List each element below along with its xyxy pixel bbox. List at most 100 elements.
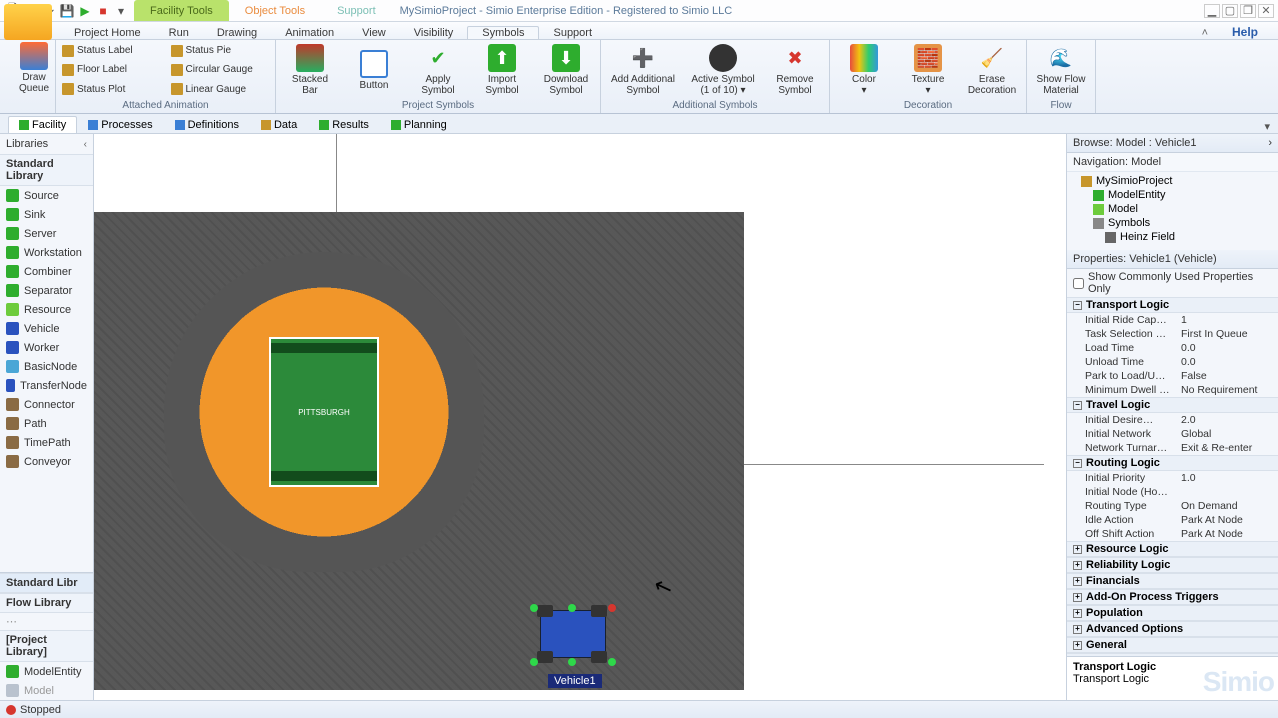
ribbon-tab-visibility[interactable]: Visibility <box>400 27 468 39</box>
library-item-workstation[interactable]: Workstation <box>0 243 93 262</box>
facility-canvas[interactable]: PITTSBURGH Vehicle1 ↖ <box>94 134 1066 700</box>
library-item-separator[interactable]: Separator <box>0 281 93 300</box>
color-button[interactable]: Color ▾ <box>836 42 892 98</box>
group-routing-logic[interactable]: −Routing Logic <box>1067 455 1278 471</box>
status-pie-button[interactable]: Status Pie <box>171 42 270 59</box>
restore-icon[interactable]: ❐ <box>1240 4 1256 18</box>
project-library-header[interactable]: [Project Library] <box>0 630 93 662</box>
prop-initial-network[interactable]: Initial NetworkGlobal <box>1067 427 1278 441</box>
group-advanced-options[interactable]: +Advanced Options <box>1067 621 1278 637</box>
remove-symbol-button[interactable]: ✖Remove Symbol <box>767 42 823 98</box>
resize-handle[interactable] <box>608 658 616 666</box>
tab-planning[interactable]: Planning <box>380 116 458 133</box>
context-tab-object-tools[interactable]: Object Tools <box>229 0 321 21</box>
tab-processes[interactable]: Processes <box>77 116 163 133</box>
prop-off-shift[interactable]: Off Shift ActionPark At Node <box>1067 527 1278 541</box>
ribbon-tab-animation[interactable]: Animation <box>271 27 348 39</box>
prop-load-time[interactable]: Load Time0.0 <box>1067 341 1278 355</box>
library-item-combiner[interactable]: Combiner <box>0 262 93 281</box>
library-item-source[interactable]: Source <box>0 186 93 205</box>
ribbon-tab-drawing[interactable]: Drawing <box>203 27 271 39</box>
minimize-icon[interactable]: ▁ <box>1204 4 1220 18</box>
resize-handle[interactable] <box>568 658 576 666</box>
import-symbol-button[interactable]: ⬆Import Symbol <box>474 42 530 98</box>
standard-library-header[interactable]: Standard Library <box>0 154 93 186</box>
library-item-timepath[interactable]: TimePath <box>0 433 93 452</box>
browse-expand-icon[interactable]: › <box>1268 137 1272 149</box>
help-button[interactable]: Help <box>1218 25 1272 39</box>
texture-button[interactable]: 🧱Texture ▾ <box>900 42 956 98</box>
tree-heinz-field[interactable]: Heinz Field <box>1067 230 1278 244</box>
prop-min-dwell[interactable]: Minimum Dwell …No Requirement <box>1067 383 1278 397</box>
ribbon-tab-run[interactable]: Run <box>155 27 203 39</box>
ribbon-tab-project-home[interactable]: Project Home <box>60 27 155 39</box>
status-label-button[interactable]: Status Label <box>62 42 161 59</box>
library-item-server[interactable]: Server <box>0 224 93 243</box>
prop-idle-action[interactable]: Idle ActionPark At Node <box>1067 513 1278 527</box>
status-plot-button[interactable]: Status Plot <box>62 81 161 98</box>
project-item-modelentity[interactable]: ModelEntity <box>0 662 93 681</box>
view-tabs-dropdown-icon[interactable]: ▾ <box>1264 120 1270 133</box>
file-tab[interactable] <box>4 4 52 40</box>
library-item-basicnode[interactable]: BasicNode <box>0 357 93 376</box>
library-item-resource[interactable]: Resource <box>0 300 93 319</box>
tree-model-entity[interactable]: ModelEntity <box>1067 188 1278 202</box>
prop-park-load[interactable]: Park to Load/U…False <box>1067 369 1278 383</box>
heinz-field-symbol[interactable]: PITTSBURGH <box>94 212 744 690</box>
library-item-path[interactable]: Path <box>0 414 93 433</box>
standard-lib-toggle[interactable]: Standard Libr <box>0 573 93 593</box>
group-financials[interactable]: +Financials <box>1067 573 1278 589</box>
qat-dropdown-icon[interactable]: ▾ <box>114 4 128 18</box>
prop-initial-ride[interactable]: Initial Ride Cap…1 <box>1067 313 1278 327</box>
prop-task-selection[interactable]: Task Selection …First In Queue <box>1067 327 1278 341</box>
button-button[interactable]: Button <box>346 42 402 98</box>
group-addon-triggers[interactable]: +Add-On Process Triggers <box>1067 589 1278 605</box>
circular-gauge-button[interactable]: Circular Gauge <box>171 61 270 78</box>
qat-stop-icon[interactable]: ■ <box>96 4 110 18</box>
group-general[interactable]: +General <box>1067 637 1278 653</box>
ribbon-tab-support[interactable]: Support <box>539 27 606 39</box>
group-travel-logic[interactable]: −Travel Logic <box>1067 397 1278 413</box>
group-transport-logic[interactable]: −Transport Logic <box>1067 297 1278 313</box>
download-symbol-button[interactable]: ⬇Download Symbol <box>538 42 594 98</box>
resize-handle[interactable] <box>530 658 538 666</box>
stacked-bar-button[interactable]: Stacked Bar <box>282 42 338 98</box>
tree-symbols[interactable]: Symbols <box>1067 216 1278 230</box>
tree-model[interactable]: Model <box>1067 202 1278 216</box>
libraries-collapse-icon[interactable]: ‹ <box>84 139 87 150</box>
show-flow-material-button[interactable]: 🌊Show Flow Material <box>1033 42 1089 98</box>
prop-initial-desired[interactable]: Initial Desire…2.0 <box>1067 413 1278 427</box>
show-common-checkbox[interactable] <box>1073 278 1084 289</box>
erase-decoration-button[interactable]: 🧹Erase Decoration <box>964 42 1020 98</box>
draw-queue-button[interactable]: Draw Queue <box>6 42 62 94</box>
library-more-icon[interactable]: ⋯ <box>0 613 93 630</box>
vehicle1-object[interactable]: Vehicle1 <box>530 600 616 688</box>
prop-unload-time[interactable]: Unload Time0.0 <box>1067 355 1278 369</box>
qat-run-icon[interactable]: ▶ <box>78 4 92 18</box>
prop-initial-node[interactable]: Initial Node (Ho… <box>1067 485 1278 499</box>
context-tab-facility-tools[interactable]: Facility Tools <box>134 0 229 21</box>
active-symbol-button[interactable]: Active Symbol (1 of 10) ▾ <box>687 42 759 98</box>
apply-symbol-button[interactable]: ✔Apply Symbol <box>410 42 466 98</box>
group-population[interactable]: +Population <box>1067 605 1278 621</box>
ribbon-tab-symbols[interactable]: Symbols <box>467 26 539 39</box>
context-tab-support[interactable]: Support <box>321 0 392 21</box>
prop-initial-priority[interactable]: Initial Priority1.0 <box>1067 471 1278 485</box>
floor-label-button[interactable]: Floor Label <box>62 61 161 78</box>
library-item-transfernode[interactable]: TransferNode <box>0 376 93 395</box>
resize-handle[interactable] <box>568 604 576 612</box>
flow-library-toggle[interactable]: Flow Library <box>0 593 93 613</box>
close-icon[interactable]: ✕ <box>1258 4 1274 18</box>
tab-definitions[interactable]: Definitions <box>164 116 250 133</box>
prop-network-turn[interactable]: Network Turnar…Exit & Re-enter <box>1067 441 1278 455</box>
ribbon-collapse-icon[interactable]: ˄ <box>1188 27 1222 39</box>
qat-save-icon[interactable]: 💾 <box>60 4 74 18</box>
prop-routing-type[interactable]: Routing TypeOn Demand <box>1067 499 1278 513</box>
maximize-icon[interactable]: ▢ <box>1222 4 1238 18</box>
library-item-conveyor[interactable]: Conveyor <box>0 452 93 471</box>
library-item-worker[interactable]: Worker <box>0 338 93 357</box>
library-item-connector[interactable]: Connector <box>0 395 93 414</box>
tree-project[interactable]: MySimioProject <box>1067 174 1278 188</box>
ribbon-tab-view[interactable]: View <box>348 27 400 39</box>
tab-facility[interactable]: Facility <box>8 116 77 133</box>
